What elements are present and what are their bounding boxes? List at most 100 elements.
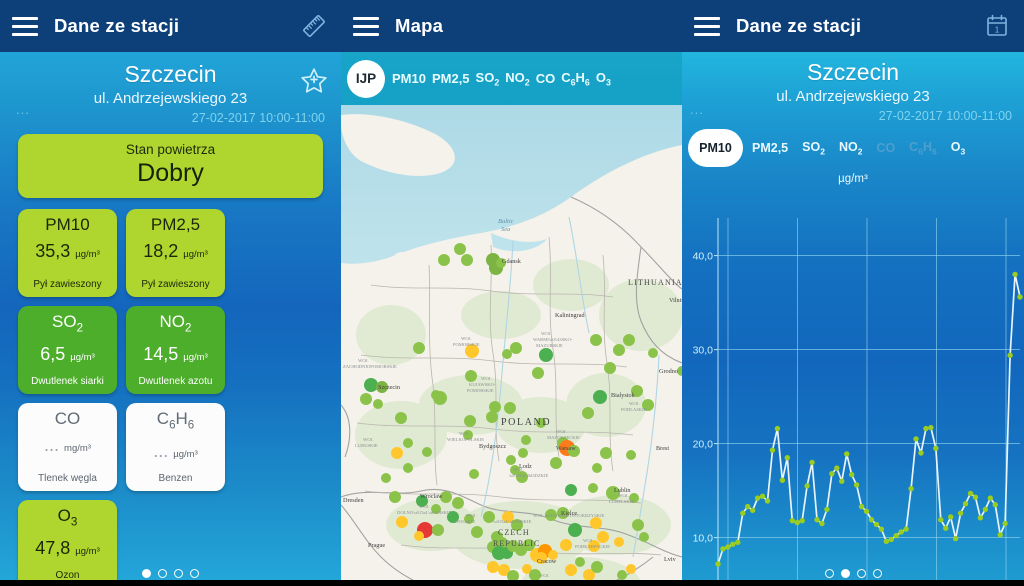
page-indicator-panel3-dot-2[interactable] xyxy=(856,569,866,578)
air-quality-value: Dobry xyxy=(137,159,204,187)
star-plus-icon[interactable] xyxy=(297,64,331,98)
chart-tab-pm25[interactable]: PM2,5 xyxy=(745,141,795,155)
card-value: 6,5 xyxy=(40,344,66,365)
chart-y-tick-label: 10,0 xyxy=(693,533,714,545)
card-value: 18,2 xyxy=(143,241,179,261)
chart-data-point xyxy=(888,536,894,543)
calendar-day-number: 1 xyxy=(995,24,1000,34)
page-indicator-panel1[interactable] xyxy=(0,569,341,578)
card-value: 14,5 xyxy=(143,344,179,365)
chart-y-tick-label: 40,0 xyxy=(693,251,714,263)
chart-data-point xyxy=(868,517,875,523)
page-title: Dane ze stacji xyxy=(736,15,862,36)
chart-data-point xyxy=(992,502,998,508)
map-filter-chip-pm10[interactable]: PM10 xyxy=(389,71,429,86)
chart-tab-so2[interactable]: SO2 xyxy=(795,140,832,157)
page-indicator-panel3-dot-0[interactable] xyxy=(824,569,834,578)
map-filter-chip-no2[interactable]: NO2 xyxy=(502,70,532,88)
svg-text:PODLASKIE: PODLASKIE xyxy=(621,407,647,412)
measurement-card-grid: PM10 35,3 µg/m³ Pył zawieszony PM2,5 18,2 µg/m… xyxy=(18,209,323,586)
svg-text:WOJ.: WOJ. xyxy=(358,358,369,363)
page-title: Mapa xyxy=(395,15,444,36)
page-indicator-panel1-dot-1[interactable] xyxy=(158,569,167,578)
page-indicator-panel3-dot-1[interactable] xyxy=(840,569,850,578)
device-status-bar xyxy=(0,580,1024,586)
card-unit: µg/m³ xyxy=(75,546,100,558)
card-description: Pył zawieszony xyxy=(141,279,210,290)
svg-text:\u0141\u00d3DZKIE: \u0141\u00d3DZKIE xyxy=(509,473,548,478)
pollutant-tab-bar: PM10 PM2,5 SO2 NO2 CO C6H6 O3 xyxy=(682,129,1024,167)
map-filter-chip-co[interactable]: CO xyxy=(533,71,559,86)
map-graphic: Baltic Sea LITHUANIA CZECH REPUBLIC SLOV… xyxy=(341,105,682,586)
hamburger-menu-icon[interactable] xyxy=(694,16,720,36)
chart-data-point xyxy=(987,495,993,501)
svg-text:WARMI\u0143SKO-: WARMI\u0143SKO- xyxy=(533,337,573,342)
svg-text:Brest: Brest xyxy=(656,445,669,452)
chart-data-point xyxy=(903,526,909,532)
svg-text:Warsaw: Warsaw xyxy=(556,445,576,452)
map-canvas[interactable]: Baltic Sea LITHUANIA CZECH REPUBLIC SLOV… xyxy=(341,105,682,586)
page-indicator-panel1-dot-0[interactable] xyxy=(142,569,151,578)
page-indicator-panel1-dot-3[interactable] xyxy=(190,569,199,578)
panel-station-data: Dane ze stacji ... Szczecin ul. Andrzeje… xyxy=(0,0,341,586)
panel3-content: ... Szczecin ul. Andrzejewskiego 23 27-0… xyxy=(682,52,1024,586)
measurement-card-pm25[interactable]: PM2,5 18,2 µg/m³ Pył zawieszony xyxy=(126,209,225,297)
chart-tab-no2[interactable]: NO2 xyxy=(832,140,869,157)
svg-text:WOJ.: WOJ. xyxy=(539,573,550,578)
measurement-card-c6h6[interactable]: C6H6... µg/m³ Benzen xyxy=(126,403,225,491)
svg-text:Grodno: Grodno xyxy=(659,368,678,375)
page-indicator-panel3-dot-3[interactable] xyxy=(872,569,882,578)
map-filter-chip-ijp[interactable]: IJP xyxy=(347,59,385,98)
air-quality-banner[interactable]: Stan powietrza Dobry xyxy=(18,134,323,198)
chart-data-point xyxy=(928,424,934,431)
chart-data-point xyxy=(754,495,761,501)
card-description: Tlenek węgla xyxy=(38,473,97,484)
pm10-time-series-chart[interactable]: 10,020,030,040,025-02 01:0025-02 13:0026… xyxy=(682,204,1024,586)
chart-data-point xyxy=(814,517,820,523)
chart-data-point xyxy=(809,459,815,466)
svg-text:Sea: Sea xyxy=(501,226,510,233)
svg-text:WOJ.: WOJ. xyxy=(481,376,492,381)
measurement-card-pm10[interactable]: PM10 35,3 µg/m³ Pył zawieszony xyxy=(18,209,117,297)
measurement-card-co[interactable]: CO... mg/m³ Tlenek węgla xyxy=(18,403,117,491)
chart-y-tick-label: 20,0 xyxy=(693,439,714,451)
chart-data-point xyxy=(1002,520,1008,527)
station-overflow-dots: ... xyxy=(16,102,30,117)
chart-data-point xyxy=(844,451,850,457)
card-pollutant-name: O3 xyxy=(57,506,78,529)
chart-data-point xyxy=(745,503,751,510)
map-filter-chip-c6h6[interactable]: C6H6 xyxy=(558,70,593,88)
map-filter-chip-o3[interactable]: O3 xyxy=(593,70,614,88)
svg-text:Vilnius: Vilnius xyxy=(669,297,682,304)
svg-text:LUBELSKIE: LUBELSKIE xyxy=(609,499,634,504)
page-indicator-panel1-dot-2[interactable] xyxy=(174,569,183,578)
hamburger-menu-icon[interactable] xyxy=(353,16,379,36)
svg-text:Kaliningrad: Kaliningrad xyxy=(555,312,585,319)
measurement-card-no[interactable]: NO2 14,5 µg/m³ Dwutlenek azotu xyxy=(126,306,225,394)
card-unit: µg/m³ xyxy=(183,249,208,260)
station-datetime: 27-02-2017 10:00-11:00 xyxy=(191,111,325,125)
ruler-icon[interactable] xyxy=(299,11,329,41)
chart-data-point xyxy=(1012,271,1018,278)
map-filter-chip-so2[interactable]: SO2 xyxy=(473,70,503,88)
map-filter-chip-pm25[interactable]: PM2,5 xyxy=(429,71,473,86)
card-value-row: ... µg/m³ xyxy=(153,440,198,462)
calendar-icon[interactable]: 1 xyxy=(982,11,1012,41)
svg-text:WOJ.: WOJ. xyxy=(461,336,472,341)
measurement-card-so[interactable]: SO2 6,5 µg/m³ Dwutlenek siarki xyxy=(18,306,117,394)
page-indicator-panel3[interactable] xyxy=(682,569,1024,578)
svg-text:WOJ.: WOJ. xyxy=(459,431,470,436)
chart-tab-pm10[interactable]: PM10 xyxy=(688,129,743,167)
chart-data-point xyxy=(952,535,959,542)
chart-data-point xyxy=(799,517,805,524)
card-description: Pył zawieszony xyxy=(33,279,102,290)
chart-data-point xyxy=(878,526,885,532)
hamburger-menu-icon[interactable] xyxy=(12,16,38,36)
chart-data-point xyxy=(829,470,835,477)
chart-tab-o3[interactable]: O3 xyxy=(944,140,972,157)
svg-text:WOJ.: WOJ. xyxy=(419,504,430,509)
card-description: Dwutlenek siarki xyxy=(31,376,104,387)
station-city: Szczecin xyxy=(806,59,900,85)
svg-text:Dresden: Dresden xyxy=(343,497,364,504)
svg-text:\u015aL\u0104SKIE: \u015aL\u0104SKIE xyxy=(493,519,531,524)
